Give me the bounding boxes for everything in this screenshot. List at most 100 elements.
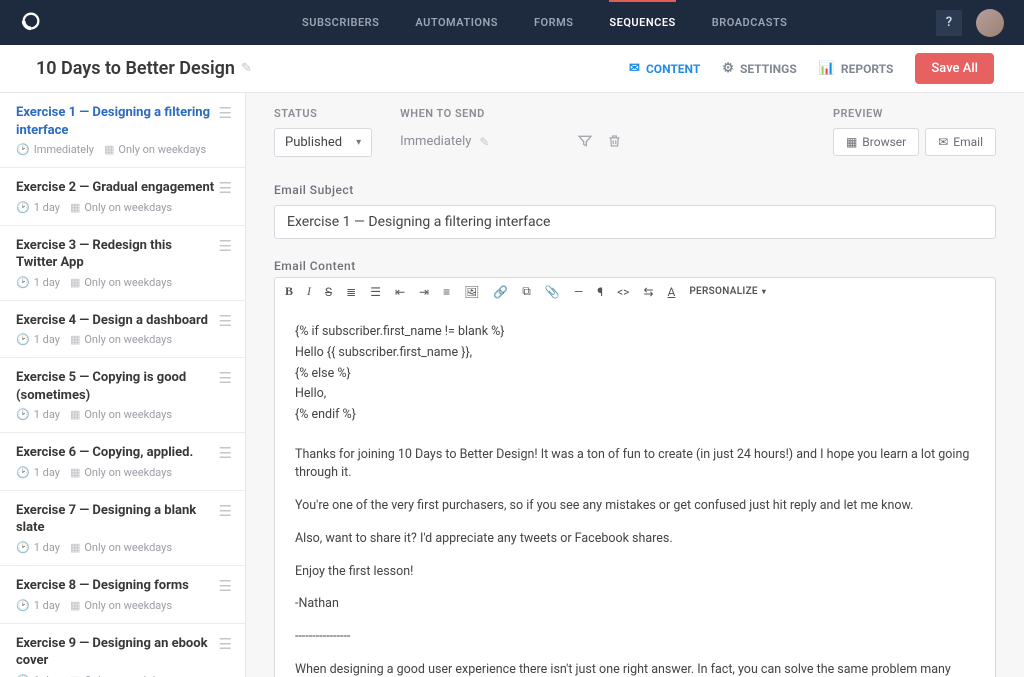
sidebar-email-item[interactable]: Exercise 4 — Design a dashboard🕑1 day▦On… xyxy=(0,301,245,359)
delay-meta: 🕑1 day xyxy=(16,599,60,612)
rule-meta: ▦Only on weekdays xyxy=(70,599,172,612)
outdent-button[interactable]: ⇤ xyxy=(395,285,405,299)
preview-block: PREVIEW ▦ Browser ✉ Email xyxy=(833,107,996,156)
unlink-button[interactable]: ⧉ xyxy=(522,284,531,299)
nav-link-sequences[interactable]: SEQUENCES xyxy=(609,0,675,45)
filter-icon[interactable] xyxy=(577,133,593,154)
ul-button[interactable]: ☰ xyxy=(370,285,381,299)
sidebar-email-item[interactable]: Exercise 9 — Designing an ebook cover🕑1 … xyxy=(0,624,245,677)
calendar-icon: ▦ xyxy=(70,201,80,214)
clock-icon: 🕑 xyxy=(16,201,30,214)
editor-toolbar: B I S ≣ ☰ ⇤ ⇥ ≡ 🖼 🔗 ⧉ 📎 — ¶ <> ⇆ A PERSO… xyxy=(274,277,996,305)
edit-title-icon[interactable]: ✎ xyxy=(241,61,252,76)
tab-content[interactable]: ✉ CONTENT xyxy=(629,61,700,76)
user-avatar[interactable] xyxy=(976,9,1004,37)
clock-icon: 🕑 xyxy=(16,674,30,677)
editor-panel: STATUS Published ▾ WHEN TO SEND Immediat… xyxy=(246,93,1024,677)
sidebar-email-item[interactable]: Exercise 1 — Designing a filtering inter… xyxy=(0,93,245,168)
sidebar-email-item[interactable]: Exercise 7 — Designing a blank slate🕑1 d… xyxy=(0,491,245,566)
calendar-icon: ▦ xyxy=(70,674,80,677)
delay-meta: 🕑1 day xyxy=(16,201,60,214)
hr-button[interactable]: — xyxy=(574,285,583,299)
drag-handle-icon[interactable]: ☰ xyxy=(215,444,231,462)
titlebar: 10 Days to Better Design ✎ ✉ CONTENT ⚙ S… xyxy=(0,45,1024,93)
edit-when-icon[interactable]: ✎ xyxy=(479,135,489,149)
calendar-icon: ▦ xyxy=(104,143,114,156)
content-label: Email Content xyxy=(274,259,996,273)
sidebar-email-item[interactable]: Exercise 2 — Gradual engagement🕑1 day▦On… xyxy=(0,168,245,226)
sidebar-email-item[interactable]: Exercise 8 — Designing forms 🕑1 day ▦Only … xyxy=(0,566,245,624)
drag-handle-icon[interactable]: ☰ xyxy=(215,104,231,122)
preview-email-button[interactable]: ✉ Email xyxy=(925,128,996,156)
status-block: STATUS Published ▾ xyxy=(274,107,372,157)
source-button[interactable]: ⇆ xyxy=(643,285,653,299)
delay-meta: 🕑Immediately xyxy=(16,143,94,156)
delay-meta: 🕑1 day xyxy=(16,466,60,479)
nav-link-automations[interactable]: AUTOMATIONS xyxy=(415,0,498,45)
strike-button[interactable]: S xyxy=(325,285,332,299)
calendar-icon: ▦ xyxy=(70,333,80,346)
sidebar-email-item[interactable]: Exercise 3 — Redesign this Twitter App🕑1… xyxy=(0,226,245,301)
top-nav: SUBSCRIBERS AUTOMATIONS FORMS SEQUENCES BROA… xyxy=(0,0,1024,45)
link-button[interactable]: 🔗 xyxy=(493,285,508,299)
drag-handle-icon[interactable]: ☰ xyxy=(215,179,231,197)
delay-meta: 🕑1 day xyxy=(16,333,60,346)
email-item-title: Exercise 7 — Designing a blank slate xyxy=(16,502,215,537)
nav-link-subscribers[interactable]: SUBSCRIBERS xyxy=(302,0,379,45)
drag-handle-icon[interactable]: ☰ xyxy=(215,502,231,520)
calendar-icon: ▦ xyxy=(70,276,80,289)
delay-meta: 🕑1 day xyxy=(16,276,60,289)
trash-icon[interactable] xyxy=(607,133,622,154)
bold-button[interactable]: B xyxy=(285,284,293,299)
envelope-icon: ✉ xyxy=(938,135,948,149)
save-all-button[interactable]: Save All xyxy=(915,53,994,84)
calendar-icon: ▦ xyxy=(70,408,80,421)
sidebar-email-item[interactable]: Exercise 5 — Copying is good (sometimes)… xyxy=(0,358,245,433)
caret-icon: ▾ xyxy=(762,287,766,296)
personalize-dropdown[interactable]: PERSONALIZE ▾ xyxy=(689,286,766,297)
email-item-title: Exercise 8 — Designing forms xyxy=(16,577,215,595)
logo[interactable] xyxy=(20,10,42,36)
gear-icon: ⚙ xyxy=(722,61,734,76)
rule-meta: ▦Only on weekdays xyxy=(104,143,206,156)
color-button[interactable]: A xyxy=(668,285,676,299)
nav-link-broadcasts[interactable]: BROADCASTS xyxy=(712,0,788,45)
subject-input[interactable] xyxy=(274,205,996,239)
status-select[interactable]: Published ▾ xyxy=(274,128,372,157)
when-block: WHEN TO SEND Immediately ✎ xyxy=(400,107,489,149)
clock-icon: 🕑 xyxy=(16,333,30,346)
drag-handle-icon[interactable]: ☰ xyxy=(215,369,231,387)
file-button[interactable]: 📎 xyxy=(545,285,560,299)
paragraph-button[interactable]: ¶ xyxy=(597,285,603,299)
code-button[interactable]: <> xyxy=(617,285,629,299)
status-label: STATUS xyxy=(274,107,372,120)
preview-browser-button[interactable]: ▦ Browser xyxy=(833,128,919,156)
calendar-icon: ▦ xyxy=(70,599,80,612)
ol-button[interactable]: ≣ xyxy=(346,285,356,299)
sidebar: Exercise 1 — Designing a filtering inter… xyxy=(0,93,246,677)
help-button[interactable]: ? xyxy=(936,10,962,36)
calendar-icon: ▦ xyxy=(70,541,80,554)
italic-button[interactable]: I xyxy=(307,284,311,299)
indent-button[interactable]: ⇥ xyxy=(419,285,429,299)
nav-link-forms[interactable]: FORMS xyxy=(534,0,573,45)
clock-icon: 🕑 xyxy=(16,541,30,554)
tab-reports-label: REPORTS xyxy=(841,62,894,76)
sidebar-email-item[interactable]: Exercise 6 — Copying, applied.🕑1 day▦Onl… xyxy=(0,433,245,491)
email-item-title: Exercise 1 — Designing a filtering inter… xyxy=(16,104,215,139)
drag-handle-icon[interactable]: ☰ xyxy=(215,577,231,595)
drag-handle-icon[interactable]: ☰ xyxy=(215,237,231,255)
drag-handle-icon[interactable]: ☰ xyxy=(215,635,231,653)
drag-handle-icon[interactable]: ☰ xyxy=(215,312,231,330)
tab-content-label: CONTENT xyxy=(646,62,700,76)
image-button[interactable]: 🖼 xyxy=(464,285,479,299)
tab-settings[interactable]: ⚙ SETTINGS xyxy=(722,61,796,76)
delay-meta: 🕑1 day xyxy=(16,408,60,421)
rule-meta: ▦Only on weekdays xyxy=(70,333,172,346)
align-button[interactable]: ≡ xyxy=(443,285,450,299)
email-item-title: Exercise 9 — Designing an ebook cover xyxy=(16,635,215,670)
tab-reports[interactable]: 📊 REPORTS xyxy=(819,61,894,76)
when-label: WHEN TO SEND xyxy=(400,107,489,120)
content-editor[interactable]: {% if subscriber.first_name != blank %}H… xyxy=(274,305,996,677)
main: Exercise 1 — Designing a filtering inter… xyxy=(0,93,1024,677)
